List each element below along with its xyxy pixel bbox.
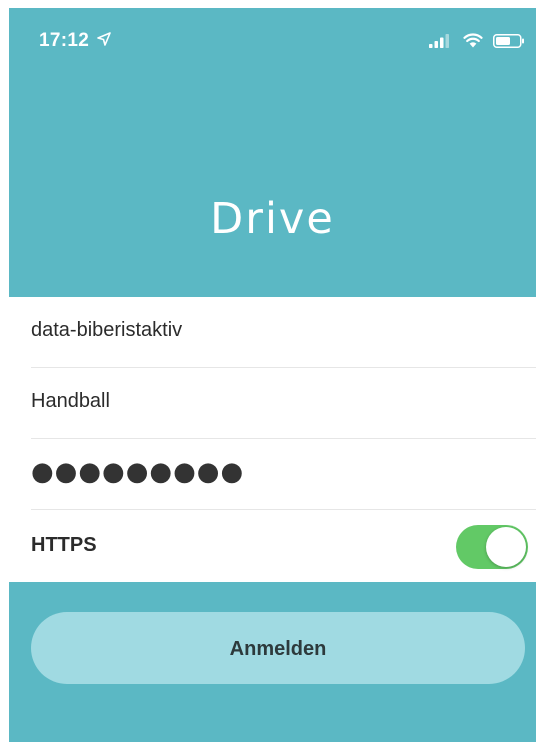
signal-icon [429, 34, 449, 48]
login-form: ●●●●●●●●● HTTPS [9, 297, 536, 582]
server-row [31, 297, 536, 368]
status-time: 17:12 [39, 30, 90, 51]
location-arrow-icon [97, 32, 111, 46]
toggle-knob [486, 527, 526, 567]
username-row [31, 368, 536, 439]
password-row[interactable]: ●●●●●●●●● [31, 439, 536, 510]
https-toggle[interactable] [456, 525, 528, 569]
https-row: HTTPS [31, 510, 536, 582]
username-input[interactable] [31, 390, 491, 413]
app-title: Drive [210, 194, 335, 244]
password-field[interactable]: ●●●●●●●●● [31, 457, 244, 487]
server-input[interactable] [31, 319, 491, 342]
wifi-icon [463, 33, 483, 48]
status-bar: 17:12 [9, 8, 536, 68]
https-label: HTTPS [31, 534, 97, 556]
login-screen: 17:12 Drive ●●●●●●●●● [9, 8, 536, 742]
login-button[interactable]: Anmelden [31, 612, 525, 684]
battery-icon [493, 34, 524, 48]
